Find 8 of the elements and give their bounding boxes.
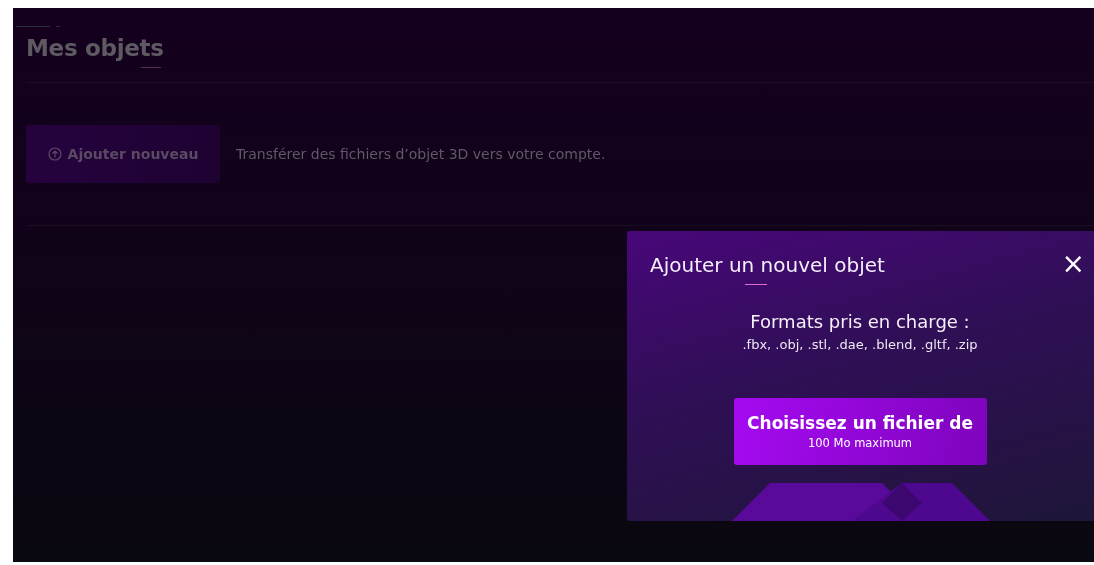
dialog-title: Ajouter un nouvel objet (650, 253, 885, 277)
page-title: Mes objets (26, 35, 165, 61)
upload-icon (47, 147, 62, 161)
close-button[interactable]: × (1061, 253, 1085, 275)
formats-list: .fbx, .obj, .stl, .dae, .blend, .gltf, .zip (742, 337, 978, 352)
choose-file-button[interactable]: Choisissez un fichier de 100 Mo maximum (733, 398, 987, 465)
formats-label: Formats pris en charge : (750, 311, 970, 332)
description-text: Transférer des fichiers d’objet 3D vers votre compte. (236, 146, 606, 162)
